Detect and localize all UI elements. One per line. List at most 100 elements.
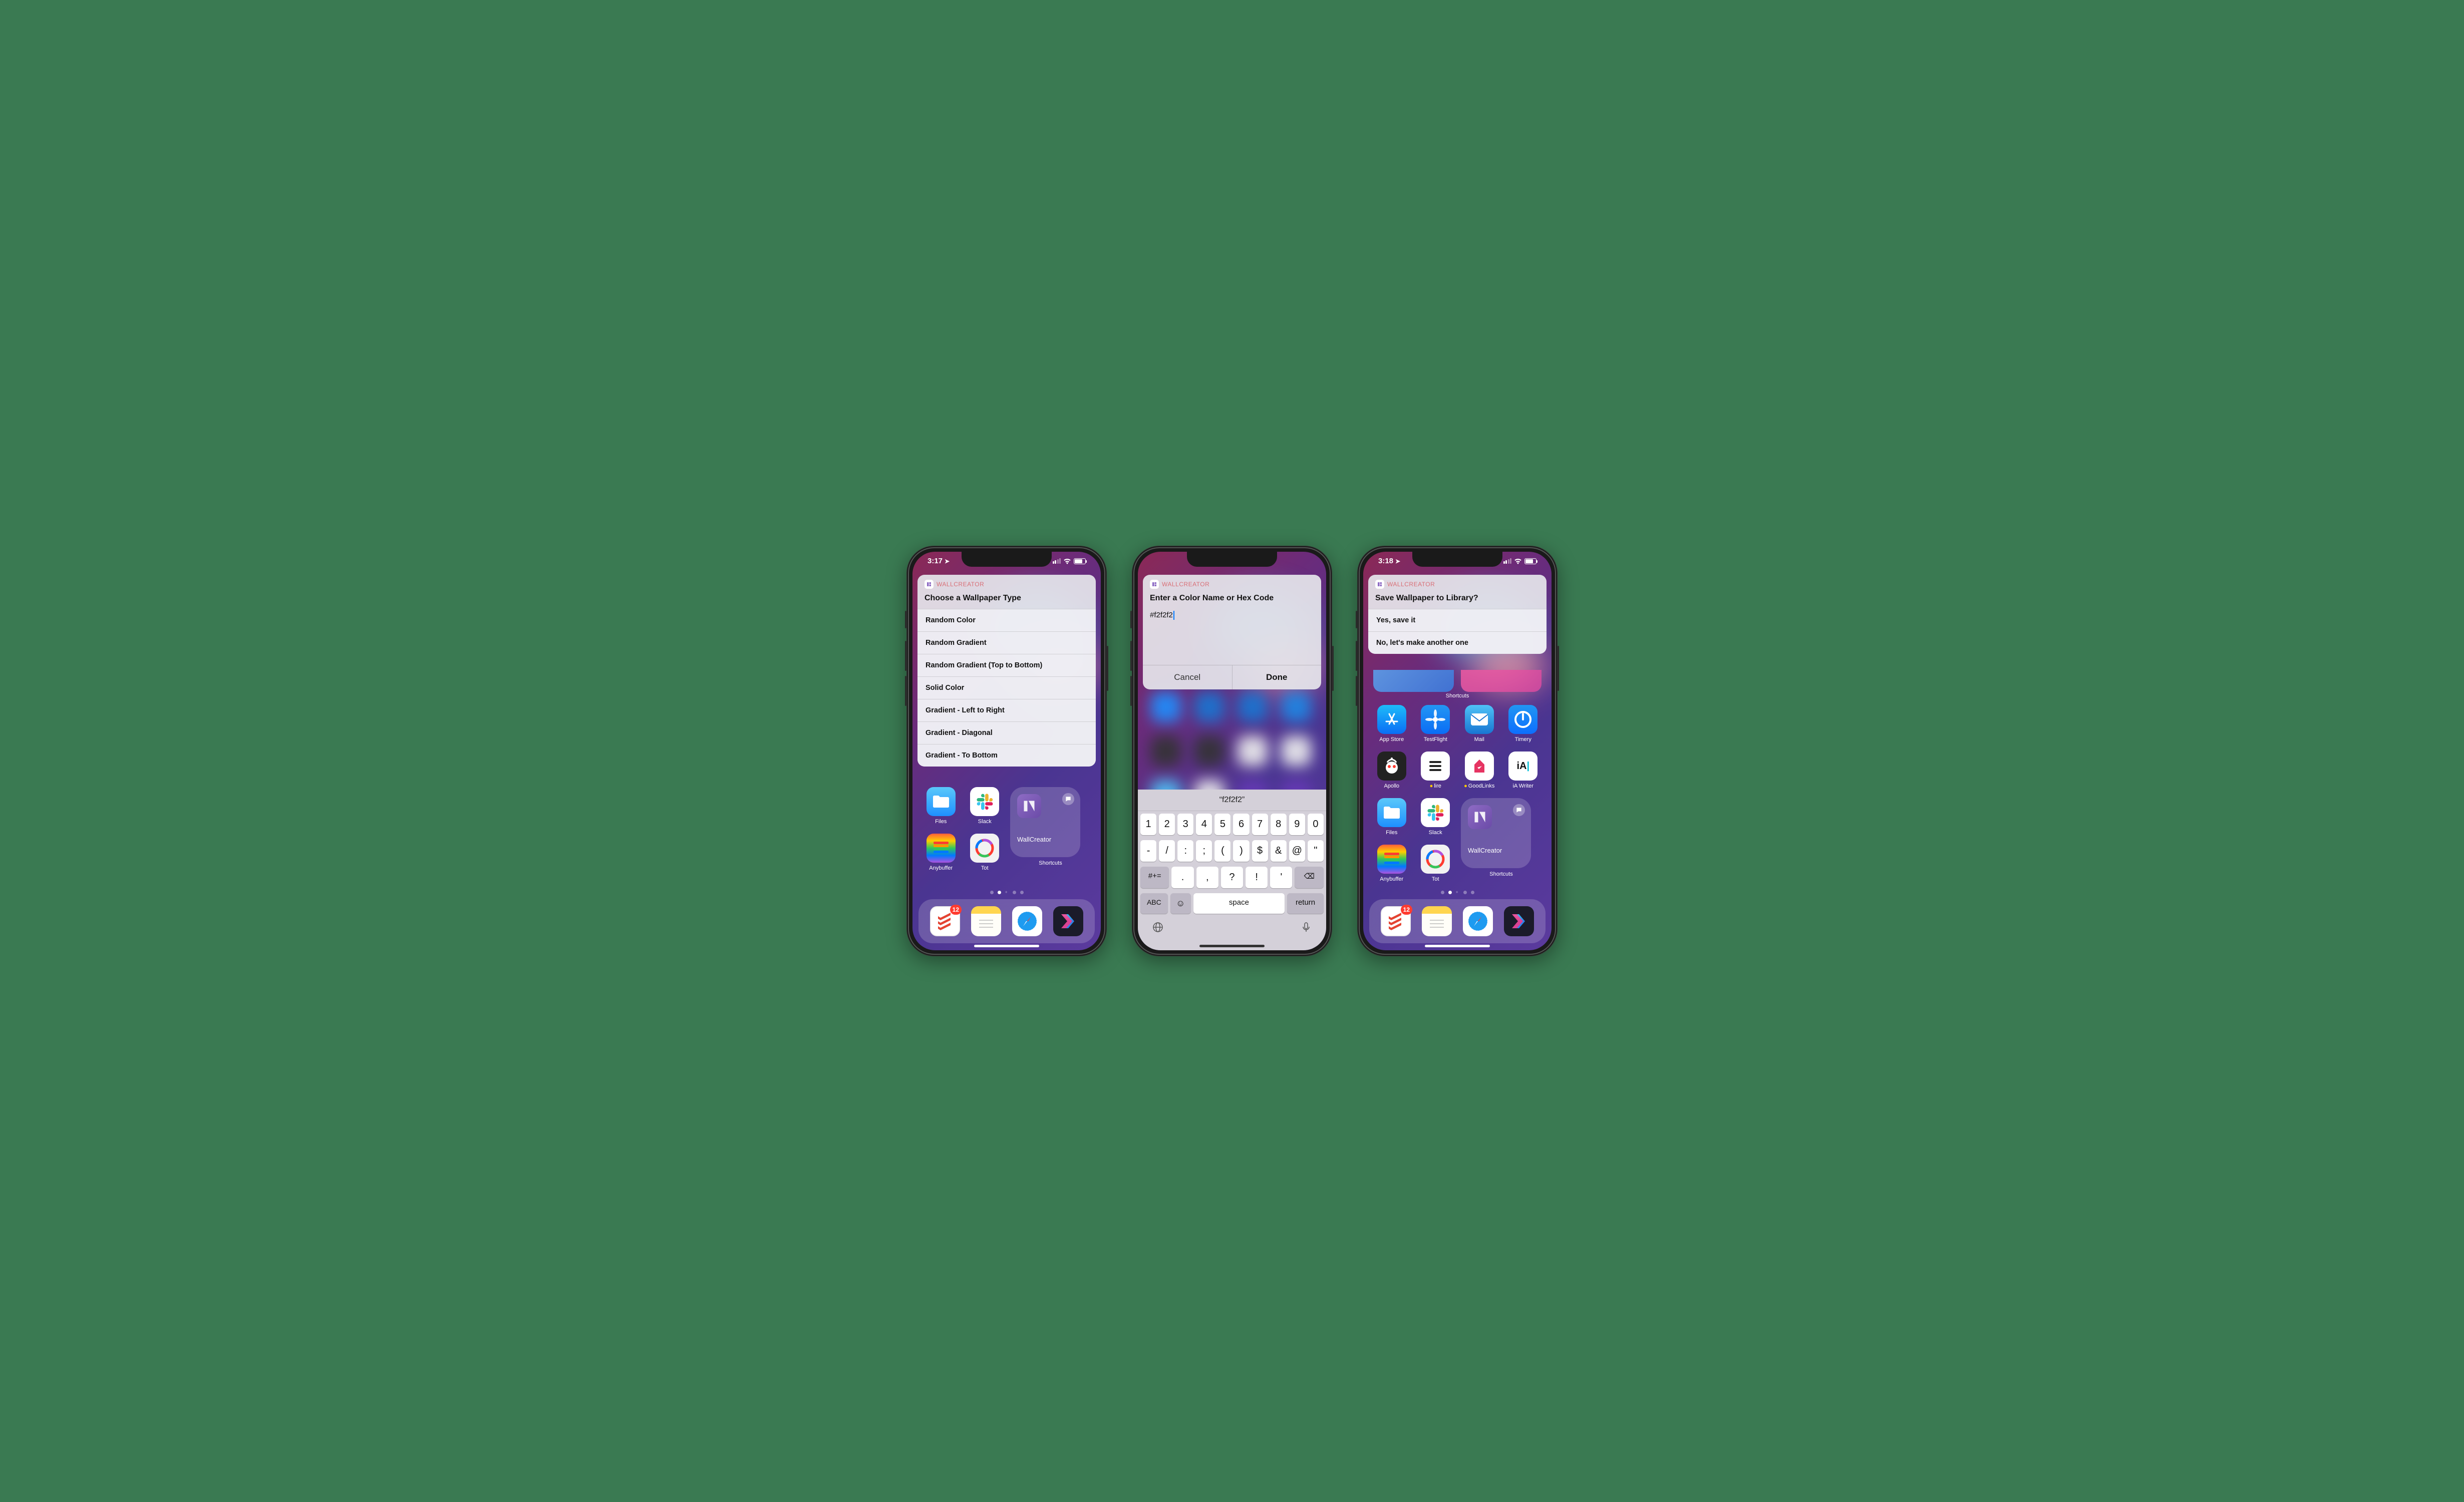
option-random-color[interactable]: Random Color [917, 609, 1096, 631]
page-indicator[interactable]: + [912, 891, 1101, 894]
key-period[interactable]: . [1171, 867, 1193, 888]
mute-switch[interactable] [1130, 611, 1132, 628]
key-symbols[interactable]: #+= [1140, 867, 1169, 888]
folder-shortcuts[interactable]: WallCreator Shortcuts [1461, 798, 1542, 882]
dock-app-shortcuts[interactable] [1504, 906, 1534, 936]
key-dollar[interactable]: $ [1252, 840, 1268, 862]
key-rparen[interactable]: ) [1233, 840, 1249, 862]
key-3[interactable]: 3 [1177, 814, 1193, 835]
key-1[interactable]: 1 [1140, 814, 1156, 835]
done-button[interactable]: Done [1232, 665, 1322, 689]
app-files[interactable]: Files [1373, 798, 1410, 836]
app-iawriter[interactable]: iA| iA Writer [1505, 752, 1542, 789]
app-tot[interactable]: Tot [1417, 845, 1454, 882]
power-button[interactable] [1107, 646, 1108, 691]
key-5[interactable]: 5 [1214, 814, 1230, 835]
option-random-gradient-ttb[interactable]: Random Gradient (Top to Bottom) [917, 654, 1096, 676]
volume-up-button[interactable] [1356, 641, 1357, 671]
key-space[interactable]: space [1193, 893, 1285, 914]
globe-icon[interactable] [1152, 921, 1164, 936]
folder-shortcuts[interactable]: WallCreator Shortcuts [1010, 787, 1091, 871]
volume-up-button[interactable] [905, 641, 906, 671]
key-backspace[interactable]: ⌫ [1295, 867, 1323, 888]
volume-up-button[interactable] [1130, 641, 1132, 671]
key-7[interactable]: 7 [1252, 814, 1268, 835]
chat-icon [1062, 793, 1074, 805]
option-gradient-diagonal[interactable]: Gradient - Diagonal [917, 721, 1096, 744]
dock-app-todoist[interactable]: 12 [1381, 906, 1411, 936]
app-appstore[interactable]: App Store [1373, 705, 1410, 742]
app-slack[interactable]: Slack [1417, 798, 1454, 836]
keyboard-row-2: - / : ; ( ) $ & @ " [1138, 838, 1326, 864]
app-testflight[interactable]: TestFlight [1417, 705, 1454, 742]
key-question[interactable]: ? [1221, 867, 1243, 888]
keyboard-suggestion[interactable]: “f2f2f2” [1138, 790, 1326, 811]
key-comma[interactable]: , [1196, 867, 1218, 888]
key-2[interactable]: 2 [1159, 814, 1175, 835]
option-gradient-ltr[interactable]: Gradient - Left to Right [917, 699, 1096, 721]
app-lire[interactable]: ●lire [1417, 752, 1454, 789]
dock-app-shortcuts[interactable] [1053, 906, 1083, 936]
option-solid-color[interactable]: Solid Color [917, 676, 1096, 699]
files-icon [1377, 798, 1406, 827]
key-exclaim[interactable]: ! [1246, 867, 1268, 888]
app-anybuffer[interactable]: Anybuffer [922, 834, 960, 871]
key-at[interactable]: @ [1289, 840, 1305, 862]
key-quote[interactable]: " [1308, 840, 1324, 862]
option-gradient-tb[interactable]: Gradient - To Bottom [917, 744, 1096, 767]
app-mail[interactable]: Mail [1461, 705, 1498, 742]
app-tot[interactable]: Tot [967, 834, 1004, 871]
key-slash[interactable]: / [1159, 840, 1175, 862]
option-random-gradient[interactable]: Random Gradient [917, 631, 1096, 654]
wallcreator-shortcut-icon [1468, 805, 1492, 829]
home-indicator[interactable] [1425, 945, 1490, 947]
dock-app-safari[interactable] [1012, 906, 1042, 936]
key-4[interactable]: 4 [1196, 814, 1212, 835]
dock-app-notes[interactable] [971, 906, 1001, 936]
key-colon[interactable]: : [1177, 840, 1193, 862]
app-goodlinks[interactable]: ●GoodLinks [1461, 752, 1498, 789]
app-timery[interactable]: Timery [1505, 705, 1542, 742]
key-dash[interactable]: - [1140, 840, 1156, 862]
options-list: Random Color Random Gradient Random Grad… [917, 609, 1096, 767]
volume-down-button[interactable] [1356, 676, 1357, 706]
app-slack[interactable]: Slack [967, 787, 1004, 825]
home-indicator[interactable] [1199, 945, 1265, 947]
key-0[interactable]: 0 [1308, 814, 1324, 835]
key-abc[interactable]: ABC [1140, 893, 1168, 914]
page-indicator[interactable]: + [1363, 891, 1552, 894]
key-apostrophe[interactable]: ' [1270, 867, 1292, 888]
dock-app-safari[interactable] [1463, 906, 1493, 936]
key-6[interactable]: 6 [1233, 814, 1249, 835]
key-semicolon[interactable]: ; [1196, 840, 1212, 862]
volume-down-button[interactable] [905, 676, 906, 706]
card-app-name: WALLCREATOR [1162, 581, 1209, 588]
dock-app-notes[interactable] [1422, 906, 1452, 936]
volume-down-button[interactable] [1130, 676, 1132, 706]
key-9[interactable]: 9 [1289, 814, 1305, 835]
mute-switch[interactable] [1356, 611, 1357, 628]
power-button[interactable] [1332, 646, 1334, 691]
home-indicator[interactable] [974, 945, 1039, 947]
mute-switch[interactable] [905, 611, 906, 628]
text-input[interactable]: #f2f2f2 [1143, 609, 1321, 625]
key-return[interactable]: return [1287, 893, 1324, 914]
power-button[interactable] [1558, 646, 1559, 691]
key-amp[interactable]: & [1271, 840, 1287, 862]
key-emoji[interactable]: ☺ [1170, 893, 1191, 914]
prompt-title: Save Wallpaper to Library? [1368, 591, 1547, 609]
widget-peek [1373, 670, 1542, 692]
tot-icon [1421, 845, 1450, 874]
app-files[interactable]: Files [922, 787, 960, 825]
key-lparen[interactable]: ( [1214, 840, 1230, 862]
app-anybuffer[interactable]: Anybuffer [1373, 845, 1410, 882]
dock-app-todoist[interactable]: 12 [930, 906, 960, 936]
dictation-icon[interactable] [1300, 921, 1312, 936]
key-8[interactable]: 8 [1271, 814, 1287, 835]
app-apollo[interactable]: Apollo [1373, 752, 1410, 789]
notification-badge: 12 [1401, 905, 1412, 915]
wallcreator-shortcut-icon [1017, 794, 1041, 818]
option-no-another[interactable]: No, let's make another one [1368, 631, 1547, 654]
option-yes-save[interactable]: Yes, save it [1368, 609, 1547, 631]
cancel-button[interactable]: Cancel [1143, 665, 1232, 689]
